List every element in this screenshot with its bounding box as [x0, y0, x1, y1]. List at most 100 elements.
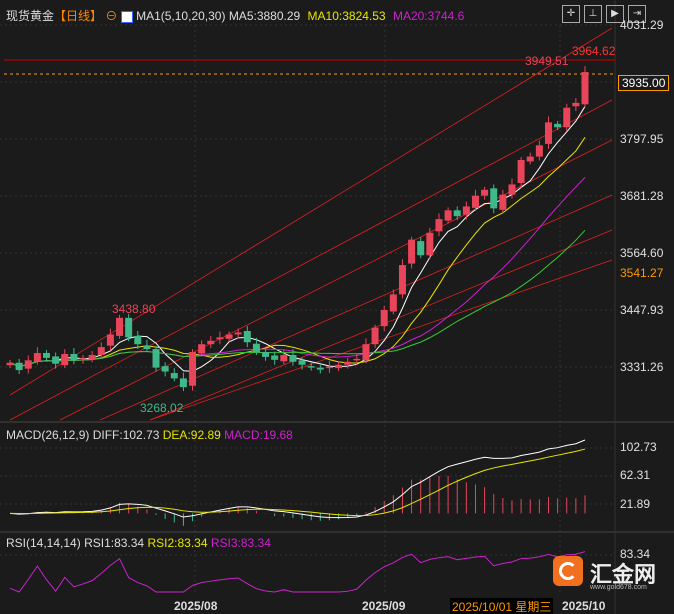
candle-body [426, 232, 434, 256]
macd-name: MACD(26,12,9) [6, 428, 90, 442]
candle-body [444, 210, 452, 221]
candle-body [435, 219, 443, 232]
current-price-label: 3935.00 [618, 75, 670, 91]
candle-body [70, 353, 78, 361]
macd-tick: 62.31 [620, 468, 651, 482]
crosshair-icon[interactable]: ⊖ [105, 9, 117, 23]
candle-body [563, 107, 571, 128]
candle-body [79, 357, 87, 359]
rsi-name: RSI(14,14,14) [6, 536, 81, 550]
candle-body [344, 361, 352, 365]
candle-body [353, 358, 361, 361]
candle-body [6, 362, 14, 366]
candle-body [43, 352, 51, 358]
prev-high-annotation: 3949.51 [525, 54, 569, 68]
rsi3-value: RSI3:83.34 [210, 536, 271, 550]
x-label: 2025/09 [362, 599, 406, 613]
candle-body [24, 360, 32, 369]
candle-body [252, 343, 260, 353]
candle-body [371, 327, 379, 345]
candle-body [271, 355, 279, 360]
logo-url: www.gold678.com [590, 584, 647, 591]
ma10-value: MA10:3824.53 [307, 9, 386, 23]
candle-body [517, 159, 525, 183]
candle-body [134, 335, 142, 345]
candle-body [490, 188, 498, 209]
period-selector[interactable]: 【日线】 [54, 9, 102, 23]
candle-body [161, 366, 169, 372]
candle-body [280, 354, 288, 362]
candle-body [262, 352, 270, 357]
macd-value: MACD:19.68 [224, 428, 293, 442]
channel-line [9, 27, 613, 396]
candle-body [15, 362, 23, 371]
price-tick: 3331.26 [620, 360, 664, 374]
logo-icon [553, 556, 583, 586]
indicator-icon[interactable] [120, 10, 133, 23]
candle-body [526, 156, 534, 162]
candle-body [143, 345, 151, 350]
candle-body [289, 354, 297, 362]
channel-line [99, 194, 613, 421]
diff-value: DIFF:102.73 [92, 428, 160, 442]
candle-body [125, 317, 133, 338]
candle-body [535, 145, 543, 157]
candle-body [216, 337, 224, 340]
candle-body [316, 367, 324, 370]
candle-body [417, 241, 425, 256]
price-tick: 3447.93 [620, 303, 664, 317]
candle-body [380, 309, 388, 327]
chart-canvas[interactable] [0, 0, 674, 614]
crosshair-button[interactable]: ✛ [562, 5, 580, 23]
candle-body [298, 360, 306, 365]
candle-body [508, 184, 516, 195]
price-tick: 3797.95 [620, 132, 664, 146]
dea-value: DEA:92.89 [162, 428, 221, 442]
candle-body [189, 352, 197, 386]
candle-body [471, 195, 479, 208]
candle-body [581, 72, 589, 105]
candle-body [170, 373, 178, 379]
candle-body [88, 354, 96, 360]
zoom-button[interactable]: ⊥ [584, 5, 602, 23]
candle-body [225, 334, 233, 339]
candle-body [335, 364, 343, 369]
candle-body [499, 194, 507, 210]
candle-body [179, 378, 187, 388]
candle-body [243, 331, 251, 343]
candle-body [152, 349, 160, 368]
channel-line [149, 259, 613, 421]
candle-body [398, 265, 406, 295]
candle-body [389, 294, 397, 312]
macd-header: MACD(26,12,9) DIFF:102.73 DEA:92.89 MACD… [6, 428, 293, 442]
candle-body [234, 332, 242, 335]
rsi1-value: RSI1:83.34 [84, 536, 145, 550]
macd-tick: 21.89 [620, 497, 651, 511]
candle-body [198, 344, 206, 354]
chart-header: 现货黄金【日线】 ⊖ MA1(5,10,20,30) MA5:3880.29 M… [6, 7, 464, 24]
price-label: 3541.27 [620, 266, 664, 280]
candle-body [61, 353, 69, 366]
x-label: 2025/10 [562, 599, 606, 613]
swing-high-annotation: 3438.80 [112, 302, 156, 316]
candle-body [307, 366, 315, 368]
candle-body [572, 102, 580, 107]
candle-body [362, 344, 370, 361]
candle-body [52, 356, 60, 364]
candle-body [106, 334, 114, 346]
channel-line [9, 99, 613, 421]
diff-line [9, 439, 586, 519]
ma20-line [9, 176, 586, 367]
candle-body [462, 206, 470, 215]
swing-low-annotation: 3268.02 [140, 401, 184, 415]
ma5-value: MA5:3880.29 [228, 9, 301, 23]
rsi2-value: RSI2:83.34 [147, 536, 208, 550]
candle-body [481, 189, 489, 196]
ma20-value: MA20:3744.6 [392, 9, 465, 23]
candle-body [408, 239, 416, 264]
candle-body [453, 210, 461, 217]
macd-tick: 102.73 [620, 440, 657, 454]
ma30-line [9, 229, 586, 367]
price-tick: 4031.29 [620, 18, 664, 32]
indicator-name[interactable]: MA1(5,10,20,30) [136, 9, 225, 23]
